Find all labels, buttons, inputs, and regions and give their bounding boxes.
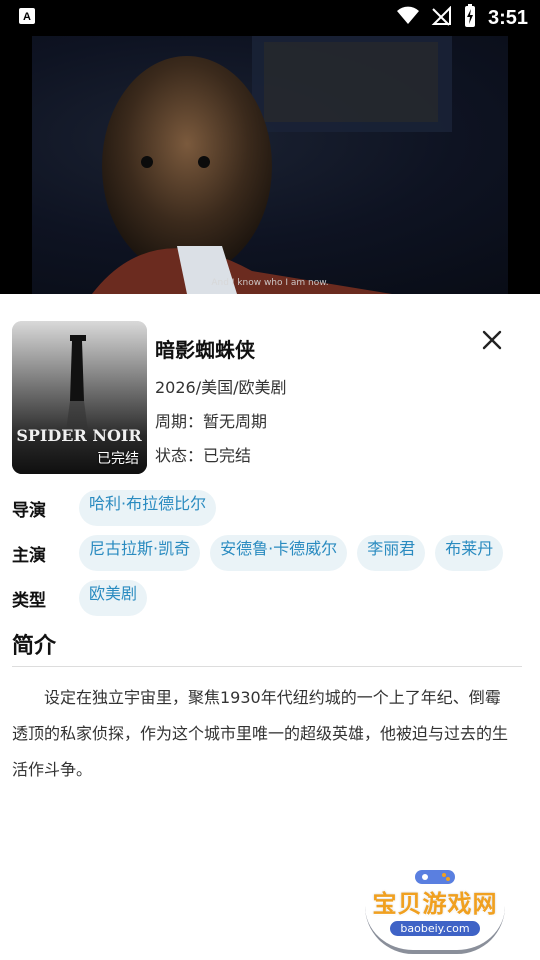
- close-icon: [482, 330, 502, 350]
- genre-chips: 欧美剧: [79, 580, 148, 616]
- intro-text: 设定在独立宇宙里，聚焦1930年代纽约城的一个上了年纪、倒霉透顶的私家侦探，作为…: [12, 688, 509, 779]
- watermark-arc: [365, 906, 505, 954]
- director-row: 导演 哈利·布拉德比尔: [12, 488, 540, 528]
- detail-sheet: SPIDER NOIR 已完结 暗影蜘蛛侠 2026/美国/欧美剧 周期：暂无周…: [0, 294, 540, 960]
- cast-chips[interactable]: 尼古拉斯·凯奇 安德鲁·卡德威尔 李丽君 布莱丹: [79, 535, 504, 571]
- cast-chip[interactable]: 布莱丹: [435, 535, 504, 571]
- svg-text:A: A: [23, 11, 31, 23]
- status-right: 3:51: [396, 4, 528, 32]
- cast-chip[interactable]: 安德鲁·卡德威尔: [210, 535, 348, 571]
- status-bar: A 3:51: [0, 0, 540, 36]
- video-still-image: [92, 36, 452, 294]
- font-a-icon: A: [18, 7, 36, 29]
- director-chip[interactable]: 哈利·布拉德比尔: [79, 490, 217, 526]
- director-chips: 哈利·布拉德比尔: [79, 490, 217, 526]
- status-left: A: [18, 7, 36, 29]
- status-time: 3:51: [487, 6, 528, 29]
- poster-image: SPIDER NOIR 已完结: [12, 321, 147, 474]
- year-region-text: 2026/美国/欧美剧: [155, 378, 287, 397]
- poster-status-badge: 已完结: [97, 451, 139, 467]
- director-label: 导演: [12, 500, 46, 521]
- video-frame[interactable]: And I know who I am now.: [32, 36, 508, 294]
- genre-chip[interactable]: 欧美剧: [79, 580, 148, 616]
- cast-chip[interactable]: 尼古拉斯·凯奇: [79, 535, 201, 571]
- site-watermark-logo: 宝贝游戏网 baobeiy.com: [355, 862, 515, 958]
- cast-row: 主演 尼古拉斯·凯奇 安德鲁·卡德威尔 李丽君 布莱丹: [12, 533, 540, 573]
- cast-chip[interactable]: 李丽君: [357, 535, 426, 571]
- cast-label: 主演: [12, 545, 46, 566]
- battery-charging-icon: [462, 4, 478, 32]
- status-text: 状态：已完结: [155, 446, 252, 465]
- period-text: 周期：暂无周期: [155, 412, 268, 431]
- genre-row: 类型 欧美剧: [12, 578, 540, 618]
- video-subtitle: And I know who I am now.: [211, 278, 329, 288]
- intro-title: 简介: [12, 634, 57, 659]
- show-title: 暗影蜘蛛侠: [155, 338, 255, 362]
- poster-title-text: SPIDER NOIR: [16, 426, 142, 445]
- genre-label: 类型: [12, 590, 46, 611]
- gamepad-icon: [415, 870, 455, 884]
- close-button[interactable]: [476, 324, 508, 356]
- divider: [12, 666, 522, 667]
- video-player[interactable]: And I know who I am now.: [0, 36, 540, 294]
- signal-off-icon: [430, 5, 452, 30]
- wifi-icon: [396, 6, 420, 30]
